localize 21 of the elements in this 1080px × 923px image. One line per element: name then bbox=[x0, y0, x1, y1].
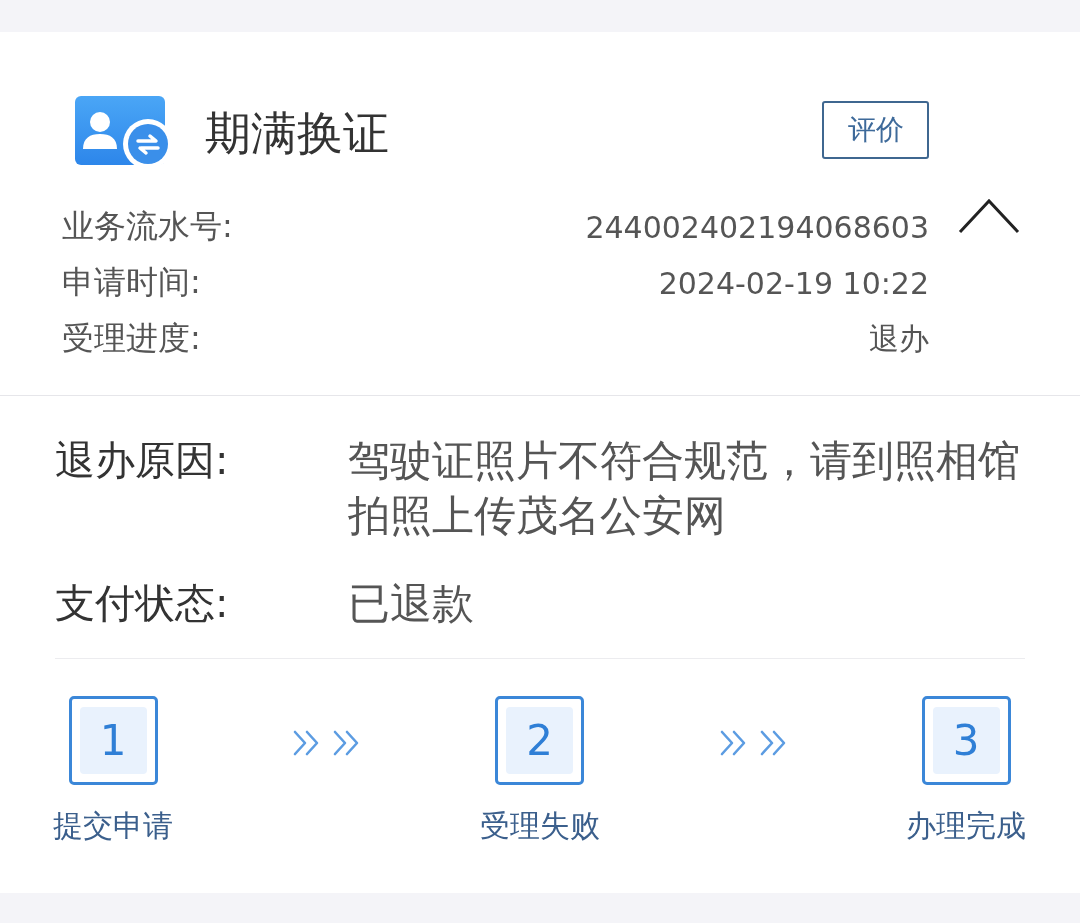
step-number: 3 bbox=[921, 696, 1011, 785]
detail-value: 已退款 bbox=[348, 578, 475, 630]
double-chevrons-icon bbox=[293, 728, 360, 757]
step-label: 提交申请 bbox=[53, 807, 173, 845]
step-label: 受理失败 bbox=[479, 807, 600, 845]
step-number: 2 bbox=[495, 696, 584, 785]
info-value: 2024-02-19 10:22 bbox=[658, 265, 929, 301]
detail-label: 支付状态: bbox=[55, 579, 230, 628]
double-chevrons-icon bbox=[719, 728, 786, 757]
service-title: 期满换证 bbox=[205, 105, 389, 162]
info-label: 申请时间: bbox=[62, 262, 201, 303]
info-label: 受理进度: bbox=[62, 318, 201, 359]
chevron-up-icon[interactable] bbox=[958, 197, 1020, 235]
step-label: 办理完成 bbox=[906, 807, 1026, 845]
detail-label: 退办原因: bbox=[55, 436, 230, 485]
step-number: 1 bbox=[68, 696, 158, 785]
info-value: 244002402194068603 bbox=[585, 209, 929, 245]
info-label: 业务流水号: bbox=[62, 206, 233, 247]
detail-value: 驾驶证照片不符合规范，请到照相馆拍照上传茂名公安网 bbox=[348, 435, 1021, 542]
rate-button[interactable]: 评价 bbox=[822, 101, 929, 159]
info-value: 退办 bbox=[869, 319, 929, 358]
